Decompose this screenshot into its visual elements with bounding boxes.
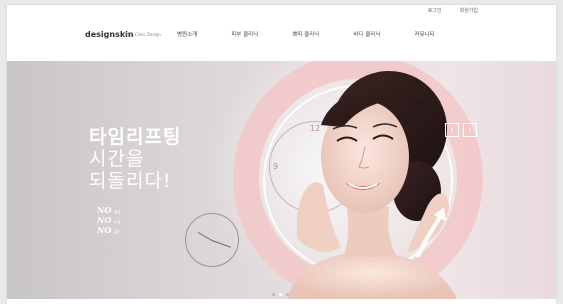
nav-item-about[interactable]: 병원소개 [177,30,197,38]
hero-headline: 타임리프팅 시간을 되돌리다! [89,126,181,192]
logo-subtitle: Skin Clinic Design [125,32,161,37]
clock-hour-hand [197,232,213,241]
arrow-swoosh-graphic [416,207,446,258]
clock-minute-hand [211,240,231,248]
nav-item-petit-clinic[interactable]: 쁘띠 클리닉 [292,30,319,38]
no-word: NO [97,215,112,225]
slider-dot-active[interactable] [279,293,282,296]
no-feature-list: NO 통증 NO 수술 NO 흉터 [97,205,121,235]
no-desc: 통증 [114,210,121,214]
no-word: NO [97,205,112,215]
nav-item-community[interactable]: 커뮤니티 [414,30,434,38]
join-link[interactable]: 회원가입 [460,7,478,14]
slider-dot[interactable] [286,293,289,296]
no-feature-item: NO 흉터 [97,225,121,235]
no-feature-item: NO 통증 [97,205,121,215]
woman-portrait-image [287,71,457,299]
slider-dot[interactable] [272,293,275,296]
slider-dots [272,293,289,296]
headline-line-1: 타임리프팅 [89,126,182,148]
page: 로그인 회원가입 designskin Skin Clinic Design 병… [7,5,556,304]
slider-next-button[interactable]: › [463,123,477,137]
login-link[interactable]: 로그인 [428,7,442,14]
nav-item-skin-clinic[interactable]: 피부 클리닉 [231,30,258,38]
hero-banner: 12 3 6 9 [7,61,556,299]
no-word: NO [97,225,112,235]
no-desc: 수술 [114,220,121,224]
wall-clock-icon [185,213,239,267]
slider-prev-button[interactable]: ‹ [445,123,459,137]
no-feature-item: NO 수술 [97,215,121,225]
main-nav: 병원소개 피부 클리닉 쁘띠 클리닉 바디 클리닉 커뮤니티 [177,30,435,38]
headline-line-3: 되돌리다! [89,170,172,192]
no-desc: 흉터 [114,230,121,234]
headline-line-2: 시간을 [89,148,145,170]
nav-item-body-clinic[interactable]: 바디 클리닉 [353,30,380,38]
utility-bar: 로그인 회원가입 [428,7,478,14]
